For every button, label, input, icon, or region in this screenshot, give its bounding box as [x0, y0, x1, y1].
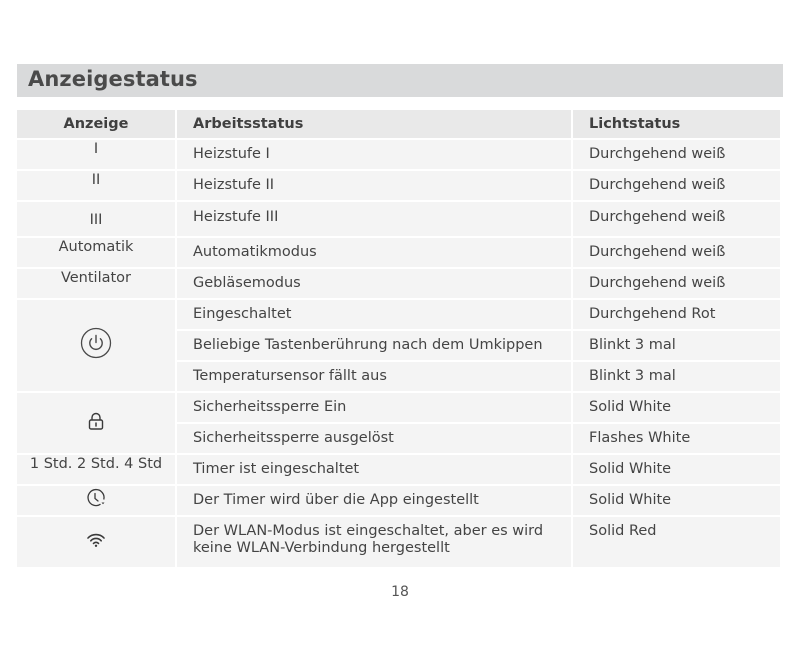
table-header-row: Anzeige Arbeitsstatus Lichtstatus	[17, 110, 780, 138]
cell-arbeitsstatus: Sicherheitssperre Ein	[177, 393, 571, 422]
table-row: Eingeschaltet Durchgehend Rot	[17, 300, 780, 391]
cell-arbeitsstatus: Timer ist eingeschaltet	[177, 455, 571, 484]
page-number: 18	[391, 584, 409, 600]
app-timer-icon	[86, 488, 106, 513]
cell-lichtstatus: Durchgehend weiß	[573, 238, 780, 267]
cell-arbeitsstatus: Der WLAN-Modus ist eingeschaltet, aber e…	[177, 517, 571, 567]
cell-anzeige: III	[17, 202, 175, 236]
table-row: 1 Std. 2 Std. 4 Std Timer ist eingeschal…	[17, 455, 780, 484]
cell-arbeitsstatus: Temperatursensor fällt aus	[177, 362, 571, 391]
table-row: III Heizstufe III Durchgehend weiß	[17, 202, 780, 236]
power-icon	[80, 327, 112, 364]
cell-anzeige-power	[17, 300, 175, 391]
table-row: I Heizstufe I Durchgehend weiß	[17, 140, 780, 169]
column-header-lichtstatus: Lichtstatus	[573, 110, 780, 138]
table-row: Sicherheitssperre Ein Solid White	[17, 393, 780, 453]
cell-anzeige: II	[17, 171, 175, 200]
column-header-arbeitsstatus: Arbeitsstatus	[177, 110, 571, 138]
cell-lichtstatus: Durchgehend weiß	[573, 202, 780, 236]
cell-lichtstatus: Flashes White	[573, 424, 780, 453]
table-row: Der Timer wird über die App eingestellt …	[17, 486, 780, 515]
cell-lichtstatus: Solid White	[573, 393, 780, 422]
table-row: Der WLAN-Modus ist eingeschaltet, aber e…	[17, 517, 780, 567]
table-row: Ventilator Gebläsemodus Durchgehend weiß	[17, 269, 780, 298]
cell-lichtstatus: Durchgehend Rot	[573, 300, 780, 329]
status-table: Anzeige Arbeitsstatus Lichtstatus I Heiz…	[15, 108, 782, 569]
table-row: Automatik Automatikmodus Durchgehend wei…	[17, 238, 780, 267]
column-header-anzeige: Anzeige	[17, 110, 175, 138]
cell-anzeige: 1 Std. 2 Std. 4 Std	[17, 455, 175, 484]
cell-lichtstatus: Durchgehend weiß	[573, 171, 780, 200]
cell-lichtstatus: Solid White	[573, 455, 780, 484]
cell-lichtstatus: Blinkt 3 mal	[573, 362, 780, 391]
cell-arbeitsstatus: Heizstufe III	[177, 202, 571, 236]
cell-lichtstatus: Durchgehend weiß	[573, 140, 780, 169]
cell-arbeitsstatus: Automatikmodus	[177, 238, 571, 267]
section-header: Anzeigestatus	[17, 64, 783, 97]
cell-anzeige: Automatik	[17, 238, 175, 267]
cell-anzeige-app-timer	[17, 486, 175, 515]
lock-icon	[86, 411, 106, 436]
cell-anzeige: Ventilator	[17, 269, 175, 298]
cell-lichtstatus: Solid Red	[573, 517, 780, 567]
cell-lichtstatus: Durchgehend weiß	[573, 269, 780, 298]
cell-anzeige-wifi	[17, 517, 175, 567]
table-row: II Heizstufe II Durchgehend weiß	[17, 171, 780, 200]
cell-arbeitsstatus: Heizstufe II	[177, 171, 571, 200]
cell-arbeitsstatus: Heizstufe I	[177, 140, 571, 169]
section-title: Anzeigestatus	[28, 67, 198, 91]
cell-arbeitsstatus: Der Timer wird über die App eingestellt	[177, 486, 571, 515]
cell-arbeitsstatus: Sicherheitssperre ausgelöst	[177, 424, 571, 453]
cell-arbeitsstatus: Gebläsemodus	[177, 269, 571, 298]
cell-anzeige: I	[17, 140, 175, 169]
cell-arbeitsstatus: Eingeschaltet	[177, 300, 571, 329]
cell-anzeige-lock	[17, 393, 175, 453]
cell-arbeitsstatus: Beliebige Tastenberührung nach dem Umkip…	[177, 331, 571, 360]
cell-lichtstatus: Solid White	[573, 486, 780, 515]
wifi-icon	[86, 532, 106, 553]
cell-lichtstatus: Blinkt 3 mal	[573, 331, 780, 360]
